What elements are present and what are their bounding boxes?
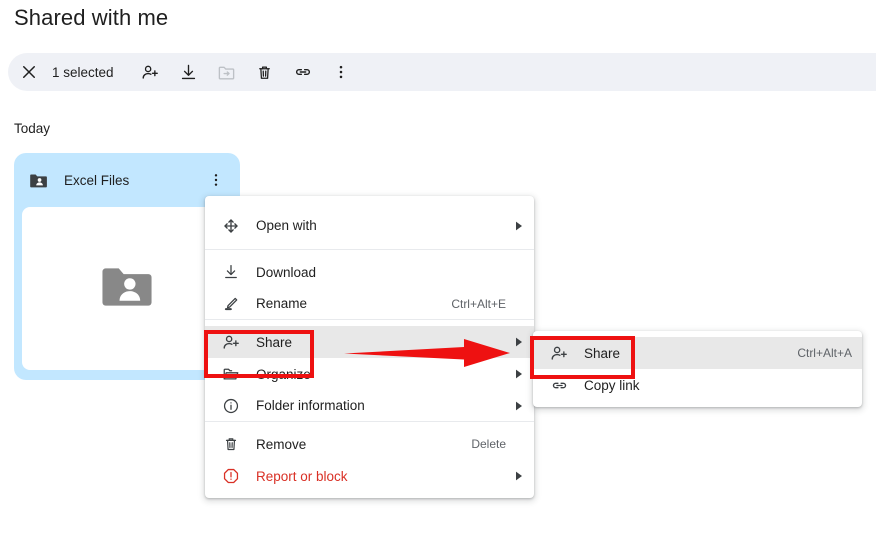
menu-item-share[interactable]: Share [205,326,534,358]
submenu-item-share[interactable]: Share Ctrl+Alt+A [533,337,862,369]
shared-folder-icon [28,170,49,191]
menu-item-label: Report or block [256,468,348,484]
folder-card-more-button[interactable] [202,166,230,194]
menu-item-accel: Delete [471,437,506,451]
menu-item-label: Folder information [256,398,365,413]
menu-item-accel: Ctrl+Alt+E [451,296,506,311]
open-with-move-icon [217,217,245,235]
move-to-folder-icon [217,63,236,82]
selection-toolbar: 1 selected [8,53,876,91]
toolbar-share-button[interactable] [134,55,168,89]
chevron-right-icon [506,337,524,347]
submenu-bottom-padding [533,401,862,407]
page-title: Shared with me [14,5,169,30]
share-person-add-icon [545,344,573,363]
shared-folder-thumbnail-icon [96,255,158,322]
info-circle-icon [217,397,245,415]
menu-item-label: Share [256,334,293,350]
chevron-right-icon [506,471,524,481]
chevron-right-icon [506,401,524,411]
toolbar-move-to-folder-button[interactable] [210,55,244,89]
share-submenu: Share Ctrl+Alt+A Copy link [533,331,862,407]
menu-item-report-or-block[interactable]: Report or block [205,460,534,492]
menu-item-label: Download [256,264,317,280]
close-selection-button[interactable] [12,55,46,89]
more-vert-icon [332,63,350,81]
menu-item-rename[interactable]: Rename Ctrl+Alt+E [205,288,534,320]
share-person-add-icon [141,63,160,82]
menu-item-label: Rename [256,296,308,311]
selected-count-label: 1 selected [52,64,114,80]
submenu-item-accel: Ctrl+Alt+A [797,346,852,360]
menu-item-open-with[interactable]: Open with [205,202,534,250]
download-icon [217,263,245,281]
submenu-item-label: Share [584,345,621,361]
rename-pencil-icon [217,295,245,313]
menu-item-label: Organize [256,366,311,382]
toolbar-remove-button[interactable] [248,55,282,89]
download-icon [179,63,198,82]
submenu-item-label: Copy link [584,377,640,393]
menu-item-remove[interactable]: Remove Delete [205,428,534,460]
more-vert-icon [214,174,218,186]
menu-item-organize[interactable]: Organize [205,358,534,390]
share-person-add-icon [217,333,245,352]
menu-item-download[interactable]: Download [205,256,534,288]
close-icon [20,63,38,81]
menu-item-folder-information[interactable]: Folder information [205,390,534,422]
chevron-right-icon [506,369,524,379]
chevron-right-icon [506,221,524,231]
submenu-item-copy-link[interactable]: Copy link [533,369,862,401]
toolbar-copy-link-button[interactable] [286,55,320,89]
link-icon [293,62,313,82]
trash-icon [217,435,245,453]
organize-folder-icon [217,365,245,383]
report-warning-icon [217,467,245,485]
menu-item-label: Open with [256,218,317,233]
folder-card-thumbnail [22,207,232,370]
toolbar-download-button[interactable] [172,55,206,89]
link-icon [545,376,573,395]
folder-card-title: Excel Files [64,172,130,188]
section-label-today: Today [14,121,51,136]
toolbar-more-actions-button[interactable] [324,55,358,89]
menu-bottom-padding [205,492,534,498]
menu-item-label: Remove [256,436,307,452]
trash-icon [255,63,274,82]
context-menu: Open with Download Rename Ctrl+Alt+E Sha… [205,196,534,498]
